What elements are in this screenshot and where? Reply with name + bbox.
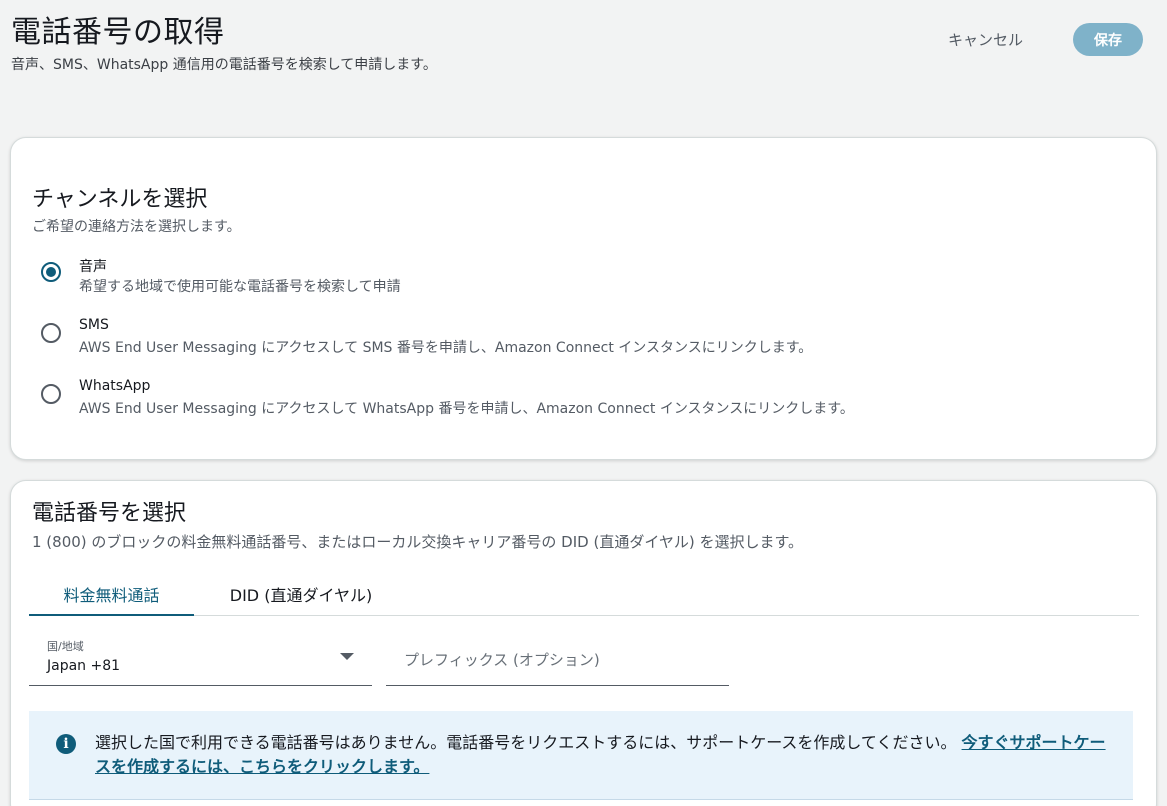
info-message: 選択した国で利用できる電話番号はありません。電話番号をリクエストするには、サポー… xyxy=(95,733,957,752)
radio-desc-sms: AWS End User Messaging にアクセスして SMS 番号を申請… xyxy=(79,340,813,356)
country-field-label: 国/地域 xyxy=(47,640,84,653)
radio-label-whatsapp: WhatsApp xyxy=(79,378,151,394)
channel-description: ご希望の連絡方法を選択します。 xyxy=(32,219,241,235)
page-subtitle: 音声、SMS、WhatsApp 通信用の電話番号を検索して申請します。 xyxy=(11,57,437,73)
radio-option-whatsapp[interactable]: WhatsApp AWS End User Messaging にアクセスして … xyxy=(41,378,1041,418)
info-icon: i xyxy=(56,734,76,754)
country-field-value: Japan +81 xyxy=(47,658,121,674)
channel-heading: チャンネルを選択 xyxy=(32,187,208,212)
radio-button-voice[interactable] xyxy=(41,262,61,282)
info-text: 選択した国で利用できる電話番号はありません。電話番号をリクエストするには、サポー… xyxy=(95,731,1110,779)
phone-type-tabs: 料金無料通話 DID (直通ダイヤル) xyxy=(29,574,1139,616)
tab-toll-free[interactable]: 料金無料通話 xyxy=(29,574,194,616)
prefix-input[interactable] xyxy=(386,629,729,685)
radio-label-sms: SMS xyxy=(79,317,109,333)
prefix-field[interactable] xyxy=(386,629,729,686)
phone-description: 1 (800) のブロックの料金無料通話番号、またはローカル交換キャリア番号の … xyxy=(32,533,804,551)
radio-button-whatsapp[interactable] xyxy=(41,384,61,404)
page-title: 電話番号の取得 xyxy=(11,15,225,50)
channel-card: チャンネルを選択 ご希望の連絡方法を選択します。 音声 希望する地域で使用可能な… xyxy=(10,137,1157,460)
save-button[interactable]: 保存 xyxy=(1073,23,1143,56)
country-select[interactable]: 国/地域 Japan +81 xyxy=(29,629,372,686)
radio-label-voice: 音声 xyxy=(79,259,107,275)
info-alert: i 選択した国で利用できる電話番号はありません。電話番号をリクエストするには、サ… xyxy=(29,711,1133,800)
phone-number-card: 電話番号を選択 1 (800) のブロックの料金無料通話番号、またはローカル交換… xyxy=(10,480,1157,806)
radio-option-sms[interactable]: SMS AWS End User Messaging にアクセスして SMS 番… xyxy=(41,317,1041,357)
tab-did[interactable]: DID (直通ダイヤル) xyxy=(221,574,381,616)
radio-desc-voice: 希望する地域で使用可能な電話番号を検索して申請 xyxy=(79,279,401,295)
radio-desc-whatsapp: AWS End User Messaging にアクセスして WhatsApp … xyxy=(79,401,854,417)
caret-down-icon[interactable] xyxy=(340,653,354,660)
phone-heading: 電話番号を選択 xyxy=(32,501,187,526)
radio-option-voice[interactable]: 音声 希望する地域で使用可能な電話番号を検索して申請 xyxy=(41,256,1041,296)
cancel-button[interactable]: キャンセル xyxy=(948,29,1023,50)
radio-button-sms[interactable] xyxy=(41,323,61,343)
